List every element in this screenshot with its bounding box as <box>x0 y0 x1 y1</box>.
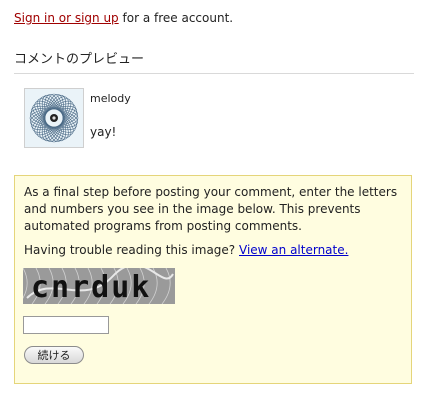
captcha-image: cnrduk <box>23 268 175 304</box>
captcha-text: cnrduk <box>31 270 151 304</box>
signin-line: Sign in or sign up for a free account. <box>14 11 233 25</box>
preview-title: コメントのプレビュー <box>14 52 145 67</box>
comment-body: yay! <box>90 125 117 139</box>
spirograph-avatar-icon <box>25 89 83 147</box>
captcha-trouble-text: Having trouble reading this image? <box>24 243 236 257</box>
view-alternate-link[interactable]: View an alternate. <box>239 243 348 257</box>
captcha-trouble-line: Having trouble reading this image? View … <box>24 243 348 257</box>
continue-button[interactable]: 続ける <box>24 346 84 364</box>
signin-link[interactable]: Sign in or sign up <box>14 11 119 25</box>
captcha-panel: As a final step before posting your comm… <box>14 175 412 384</box>
divider <box>14 73 414 74</box>
avatar <box>24 88 84 148</box>
comment-author: melody <box>90 92 131 105</box>
signin-suffix: for a free account. <box>122 11 234 25</box>
captcha-input[interactable] <box>23 316 109 334</box>
captcha-instructions: As a final step before posting your comm… <box>24 185 398 233</box>
